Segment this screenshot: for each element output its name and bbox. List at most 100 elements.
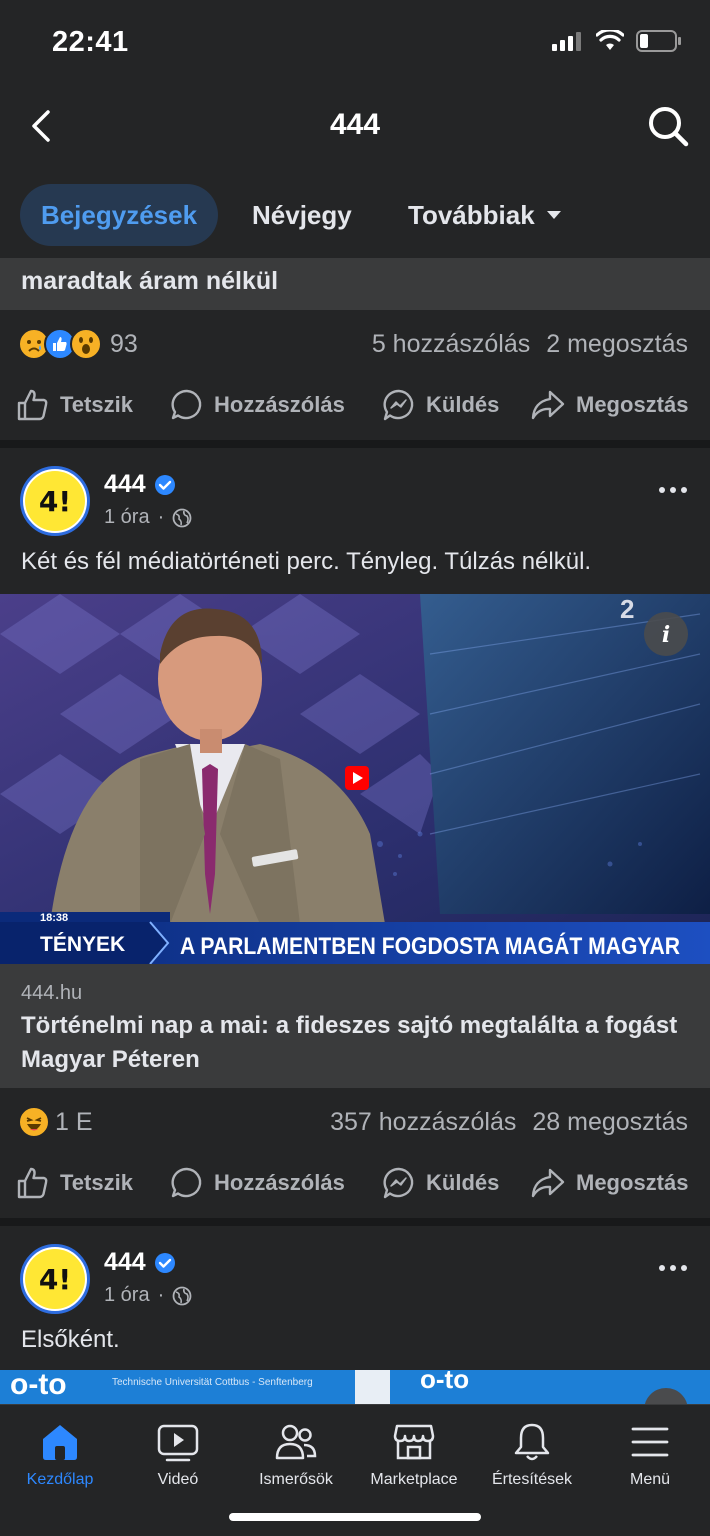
send-button[interactable]: Küldés: [382, 377, 499, 433]
like-label: Tetszik: [60, 392, 133, 417]
svg-text:o-to: o-to: [420, 1370, 469, 1394]
share-count[interactable]: 28 megosztás: [532, 1108, 688, 1137]
nav-notifications-label: Értesítések: [491, 1471, 573, 1488]
svg-text:Technische Universität Cottbus: Technische Universität Cottbus - Senften…: [112, 1377, 313, 1388]
top-navigation: 444: [0, 92, 710, 162]
share-label: Megosztás: [576, 392, 689, 417]
reaction-count[interactable]: 1 E: [55, 1108, 93, 1137]
post-author[interactable]: 444: [104, 1248, 176, 1277]
like-button[interactable]: Tetszik: [16, 1155, 133, 1211]
tab-more[interactable]: Továbbiak: [408, 184, 563, 246]
post-video-thumbnail[interactable]: i 2 18:38 TÉNYEK A PARLAMENTBEN FOGDOSTA…: [0, 594, 710, 964]
caret-down-icon: [546, 211, 561, 219]
post-meta: 1 óra ·: [104, 1284, 192, 1307]
share-count[interactable]: 2 megosztás: [546, 330, 688, 359]
send-label: Küldés: [426, 392, 500, 417]
globe-icon: [172, 1286, 192, 1305]
verified-badge-icon: [154, 1252, 175, 1273]
hamburger-menu-icon: [631, 1427, 669, 1457]
author-name: 444: [104, 1248, 146, 1276]
svg-text:A PARLAMENTBEN FOGDOSTA MAGÁT: A PARLAMENTBEN FOGDOSTA MAGÁT MAGYAR: [180, 932, 680, 960]
like-label: Tetszik: [60, 1170, 133, 1195]
comment-button[interactable]: Hozzászólás: [170, 377, 345, 433]
send-label: Küldés: [426, 1170, 500, 1195]
nav-friends-label: Ismerősök: [259, 1471, 333, 1488]
nav-home[interactable]: Kezdőlap: [0, 1419, 120, 1489]
engagement-stats: 357 hozzászólás 28 megosztás: [330, 1108, 688, 1137]
author-name: 444: [104, 470, 146, 498]
profile-tabs: Bejegyzések Névjegy Továbbiak: [0, 184, 710, 248]
comment-button[interactable]: Hozzászólás: [170, 1155, 345, 1211]
engagement-stats: 5 hozzászólás 2 megosztás: [372, 330, 688, 359]
tab-posts[interactable]: Bejegyzések: [20, 184, 218, 246]
avatar[interactable]: 4!: [20, 1244, 90, 1314]
comment-label: Hozzászólás: [214, 1170, 345, 1195]
verified-badge-icon: [154, 474, 175, 495]
post-separator: [0, 440, 710, 448]
reaction-icons[interactable]: [18, 328, 102, 360]
previous-post-actions: Tetszik Hozzászólás Küldés Megosztás: [0, 377, 710, 433]
post-header: 4! 444 1 óra ·: [0, 1244, 710, 1334]
video-icon: [157, 1424, 199, 1462]
nav-friends[interactable]: Ismerősök: [236, 1419, 356, 1489]
444-logo-icon: 4!: [25, 1249, 85, 1309]
nav-menu[interactable]: Menü: [590, 1419, 710, 1489]
search-button[interactable]: [646, 104, 690, 148]
wifi-icon: [596, 30, 624, 50]
page-title: 444: [329, 108, 381, 141]
home-icon: [43, 1425, 77, 1460]
haha-reaction-icon: [18, 1106, 50, 1138]
link-title: Történelmi nap a mai: a fideszes sajtó m…: [21, 1012, 678, 1073]
status-bar: 22:41: [0, 0, 710, 84]
comment-label: Hozzászólás: [214, 392, 345, 417]
meta-dot: ·: [157, 506, 165, 528]
wow-reaction-icon: [70, 328, 102, 360]
avatar[interactable]: 4!: [20, 466, 90, 536]
battery-icon: [636, 30, 681, 52]
post-text: Elsőként.: [21, 1326, 120, 1353]
svg-text:i: i: [662, 622, 670, 648]
share-button[interactable]: Megosztás: [530, 377, 688, 433]
send-button[interactable]: Küldés: [382, 1155, 499, 1211]
share-arrow-icon: [531, 390, 565, 420]
previous-post-reactions: 93 5 hozzászólás 2 megosztás: [0, 322, 710, 372]
post-author[interactable]: 444: [104, 470, 176, 499]
more-options-button[interactable]: [658, 1248, 688, 1280]
marketplace-store-icon: [393, 1424, 435, 1460]
svg-text:2: 2: [620, 594, 634, 624]
more-options-button[interactable]: [658, 470, 688, 502]
post-time[interactable]: 1 óra: [104, 1284, 150, 1307]
share-arrow-icon: [531, 1168, 565, 1198]
tab-about[interactable]: Névjegy: [252, 184, 352, 246]
more-horizontal-icon: [659, 1265, 687, 1271]
nav-marketplace-label: Marketplace: [370, 1471, 458, 1488]
comment-count[interactable]: 5 hozzászólás: [372, 330, 530, 359]
nav-video[interactable]: Videó: [118, 1419, 238, 1489]
thumbs-up-icon: [17, 1167, 48, 1199]
meta-dot: ·: [157, 1284, 165, 1306]
post-time[interactable]: 1 óra: [104, 506, 150, 529]
nav-notifications[interactable]: Értesítések: [472, 1419, 592, 1489]
post-header: 4! 444 1 óra ·: [0, 466, 710, 556]
share-button[interactable]: Megosztás: [530, 1155, 688, 1211]
link-preview-card[interactable]: 444.hu Történelmi nap a mai: a fideszes …: [0, 964, 710, 1088]
comment-count[interactable]: 357 hozzászólás: [330, 1108, 516, 1137]
444-logo-icon: 4!: [25, 471, 85, 531]
bell-icon: [514, 1423, 550, 1461]
previous-post-text[interactable]: maradtak áram nélkül: [0, 258, 710, 310]
search-icon: [649, 107, 689, 147]
reaction-icons[interactable]: [18, 1106, 50, 1138]
messenger-icon: [383, 389, 414, 421]
tab-more-label: Továbbiak: [408, 200, 535, 230]
post-meta: 1 óra ·: [104, 506, 192, 529]
like-button[interactable]: Tetszik: [16, 377, 133, 433]
nav-menu-label: Menü: [629, 1471, 671, 1488]
nav-marketplace[interactable]: Marketplace: [354, 1419, 474, 1489]
nav-video-label: Videó: [157, 1471, 199, 1488]
svg-text:TÉNYEK: TÉNYEK: [40, 933, 125, 956]
home-indicator[interactable]: [229, 1513, 481, 1521]
messenger-icon: [383, 1167, 414, 1199]
post-actions: Tetszik Hozzászólás Küldés Megosztás: [0, 1155, 710, 1211]
comment-bubble-icon: [171, 1167, 202, 1198]
reaction-count[interactable]: 93: [110, 330, 138, 359]
